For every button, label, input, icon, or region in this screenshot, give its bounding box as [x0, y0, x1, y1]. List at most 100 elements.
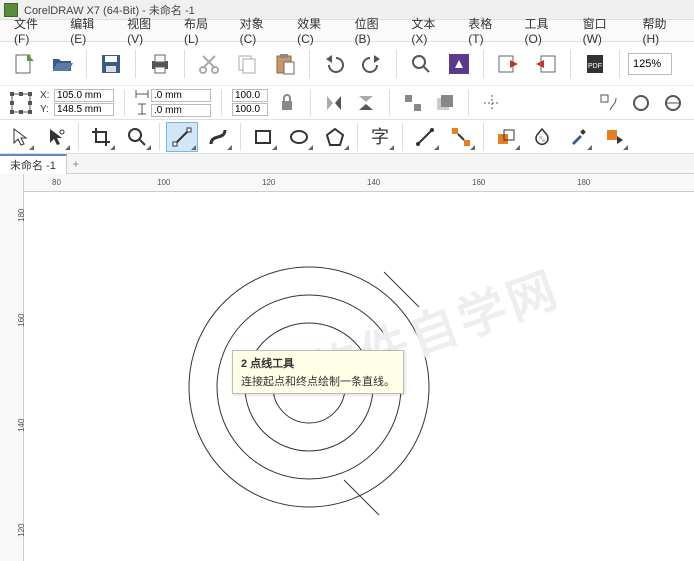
menu-edit[interactable]: 编辑(E) [60, 13, 117, 48]
separator [159, 123, 160, 151]
menu-window[interactable]: 窗口(W) [573, 13, 633, 48]
separator [570, 50, 571, 78]
import-button[interactable] [492, 48, 524, 80]
toolbox: 字 [0, 120, 694, 154]
convert-curve-button[interactable] [596, 90, 622, 116]
outline-circle-button[interactable] [628, 90, 654, 116]
separator [240, 123, 241, 151]
lock-ratio-button[interactable] [274, 90, 300, 116]
document-tabs: 未命名 -1 + [0, 154, 694, 174]
separator [468, 90, 469, 116]
separator [78, 123, 79, 151]
effects-tool[interactable] [490, 122, 522, 152]
connector-tool[interactable] [445, 122, 477, 152]
dimension-tool[interactable] [409, 122, 441, 152]
print-button[interactable] [144, 48, 176, 80]
menu-object[interactable]: 对象(C) [230, 13, 287, 48]
property-bar: X: Y: [0, 86, 694, 120]
pick-tool[interactable] [4, 122, 36, 152]
menu-file[interactable]: 文件(F) [4, 13, 60, 48]
text-tool[interactable]: 字 [364, 122, 396, 152]
menu-help[interactable]: 帮助(H) [633, 13, 690, 48]
paste-button[interactable] [269, 48, 301, 80]
scale-block [232, 89, 268, 116]
menu-tools[interactable]: 工具(O) [515, 13, 573, 48]
separator [483, 50, 484, 78]
separator [184, 50, 185, 78]
open-button[interactable] [46, 48, 78, 80]
tooltip-desc: 连接起点和终点绘制一条直线。 [241, 373, 395, 389]
menu-bar: 文件(F) 编辑(E) 视图(V) 布局(L) 对象(C) 效果(C) 位图(B… [0, 20, 694, 42]
position-block: X: Y: [40, 89, 114, 116]
separator [310, 90, 311, 116]
tab-document[interactable]: 未命名 -1 [0, 154, 67, 174]
zoom-input[interactable] [628, 53, 672, 75]
undo-button[interactable] [318, 48, 350, 80]
separator [402, 123, 403, 151]
svg-text:字: 字 [371, 127, 389, 147]
x-input[interactable] [54, 89, 114, 102]
curve-tool[interactable] [202, 122, 234, 152]
menu-effects[interactable]: 效果(C) [287, 13, 344, 48]
scale-x-input[interactable] [232, 89, 268, 102]
zoom-tool[interactable] [121, 122, 153, 152]
polygon-tool[interactable] [319, 122, 351, 152]
eyedropper-tool[interactable] [562, 122, 594, 152]
height-icon [135, 103, 149, 117]
x-label: X: [40, 90, 52, 101]
y-label: Y: [40, 104, 52, 115]
new-button[interactable] [8, 48, 40, 80]
menu-bitmap[interactable]: 位图(B) [345, 13, 402, 48]
order-button[interactable] [432, 90, 458, 116]
separator [357, 123, 358, 151]
two-point-line-tool[interactable] [166, 122, 198, 152]
separator [389, 90, 390, 116]
tooltip: 2 点线工具 连接起点和终点绘制一条直线。 [232, 350, 404, 394]
selection-icon [8, 90, 34, 116]
separator [309, 50, 310, 78]
align-button[interactable] [400, 90, 426, 116]
search-button[interactable] [405, 48, 437, 80]
launch-button[interactable] [443, 48, 475, 80]
add-tab-button[interactable]: + [67, 155, 85, 173]
export-button[interactable] [530, 48, 562, 80]
crop-tool[interactable] [85, 122, 117, 152]
vertical-ruler[interactable]: 180 160 140 120 [0, 174, 24, 561]
fill-circle-button[interactable] [660, 90, 686, 116]
height-input[interactable] [151, 104, 211, 117]
mirror-h-button[interactable] [321, 90, 347, 116]
copy-button[interactable] [231, 48, 263, 80]
menu-layout[interactable]: 布局(L) [174, 13, 230, 48]
save-button[interactable] [95, 48, 127, 80]
scale-y-input[interactable] [232, 103, 268, 116]
shape-tool[interactable] [40, 122, 72, 152]
standard-toolbar: PDF [0, 42, 694, 86]
fill-tool[interactable] [598, 122, 630, 152]
redo-button[interactable] [356, 48, 388, 80]
snap-button[interactable] [479, 90, 505, 116]
separator [619, 50, 620, 78]
width-icon [135, 88, 149, 102]
size-block [135, 88, 211, 117]
menu-view[interactable]: 视图(V) [117, 13, 174, 48]
svg-text:PDF: PDF [588, 63, 602, 70]
separator [221, 90, 222, 116]
transparency-tool[interactable] [526, 122, 558, 152]
separator [124, 90, 125, 116]
separator [86, 50, 87, 78]
cut-button[interactable] [193, 48, 225, 80]
pdf-button[interactable]: PDF [579, 48, 611, 80]
separator [483, 123, 484, 151]
work-area: 180 160 140 120 80 100 120 140 160 180 软… [0, 174, 694, 561]
tooltip-title: 2 点线工具 [241, 355, 395, 371]
horizontal-ruler[interactable]: 80 100 120 140 160 180 [24, 174, 694, 192]
width-input[interactable] [151, 89, 211, 102]
ellipse-tool[interactable] [283, 122, 315, 152]
mirror-v-button[interactable] [353, 90, 379, 116]
separator [396, 50, 397, 78]
y-input[interactable] [54, 103, 114, 116]
separator [135, 50, 136, 78]
rectangle-tool[interactable] [247, 122, 279, 152]
menu-table[interactable]: 表格(T) [458, 13, 514, 48]
menu-text[interactable]: 文本(X) [401, 13, 458, 48]
